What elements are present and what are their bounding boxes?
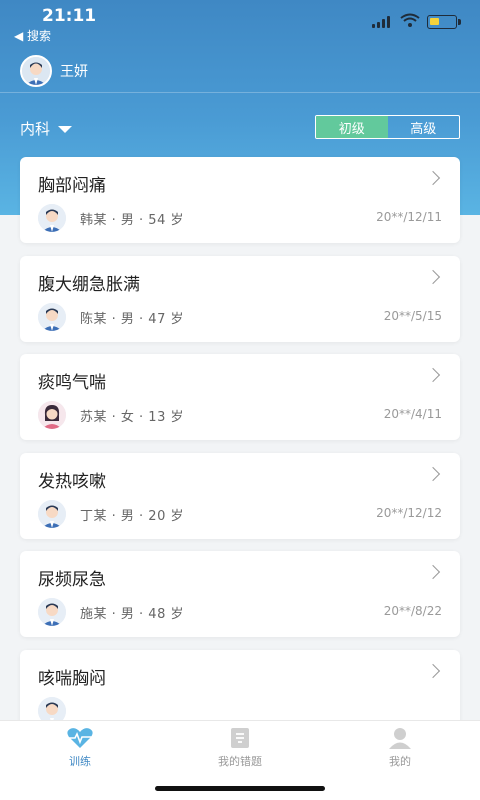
tab-profile[interactable]: 我的	[360, 727, 440, 769]
status-time: 21:11	[42, 6, 97, 26]
profile-icon	[389, 728, 411, 749]
chevron-right-icon	[425, 367, 441, 383]
heartbeat-icon	[67, 728, 93, 748]
case-title: 胸部闷痛	[38, 176, 106, 196]
case-title: 发热咳嗽	[38, 471, 106, 492]
status-bar: 21:11 ◀ 搜索	[0, 0, 480, 43]
patient-avatar	[38, 499, 66, 528]
level-segmented-control: 初级 高级	[315, 115, 460, 139]
tab-level-advanced[interactable]: 高级	[388, 116, 460, 138]
user-profile[interactable]: 王妍	[20, 55, 88, 87]
case-date: 20**/4/11	[383, 407, 442, 421]
tab-level-basic[interactable]: 初级	[316, 116, 388, 138]
home-indicator	[155, 786, 325, 791]
case-card[interactable]: 痰鸣气喘苏某 · 女 · 13 岁 20**/4/11	[20, 354, 460, 440]
patient-info: 施某 · 男 · 48 岁	[80, 607, 184, 622]
chevron-right-icon	[425, 564, 441, 580]
case-title: 腹大绷急胀满	[38, 274, 140, 295]
patient-info: 韩某 · 男 · 54 岁	[80, 213, 184, 228]
patient-avatar	[38, 598, 66, 626]
patient-avatar	[38, 204, 66, 232]
tab-mistakes[interactable]: 我的错题	[200, 727, 280, 769]
user-avatar	[20, 55, 52, 87]
case-date: 20**/12/12	[376, 505, 442, 520]
case-date: 20**/8/22	[383, 604, 442, 618]
case-title: 尿频尿急	[38, 570, 106, 590]
mistakes-icon	[231, 728, 249, 748]
chevron-right-icon	[425, 466, 441, 481]
case-card[interactable]: 腹大绷急胀满陈某 · 男 · 47 岁 20**/5/15	[20, 255, 460, 342]
tab-mistakes-label: 我的错题	[218, 755, 262, 768]
department-selector[interactable]: 内科	[20, 118, 73, 139]
battery-icon	[427, 15, 461, 29]
chevron-right-icon	[425, 269, 441, 284]
tab-profile-label: 我的	[389, 755, 411, 768]
tab-training-label: 训练	[69, 755, 91, 768]
case-card[interactable]: 胸部闷痛韩某 · 男 · 54 岁 20**/12/11	[20, 157, 460, 243]
patient-avatar	[38, 401, 66, 429]
header-divider	[0, 92, 480, 93]
chevron-right-icon	[425, 663, 441, 678]
back-to-search-link[interactable]: ◀ 搜索	[14, 27, 51, 44]
case-date: 20**/5/15	[383, 308, 442, 323]
department-label: 内科	[20, 120, 51, 138]
case-title: 痰鸣气喘	[38, 373, 106, 393]
case-card[interactable]: 尿频尿急施某 · 男 · 48 岁 20**/8/22	[20, 551, 460, 637]
patient-info: 陈某 · 男 · 47 岁	[80, 311, 184, 327]
caret-down-icon	[58, 126, 73, 133]
case-title: 咳喘胸闷	[38, 668, 106, 689]
tab-training[interactable]: 训练	[40, 727, 120, 769]
wifi-icon	[400, 13, 420, 27]
case-date: 20**/12/11	[376, 210, 442, 224]
chevron-right-icon	[425, 170, 441, 186]
patient-info: 丁某 · 男 · 20 岁	[80, 508, 184, 524]
patient-avatar	[38, 302, 66, 331]
user-name: 王妍	[60, 64, 88, 80]
signal-icon	[372, 16, 392, 28]
patient-info: 苏某 · 女 · 13 岁	[80, 410, 184, 425]
case-card[interactable]: 发热咳嗽丁某 · 男 · 20 岁 20**/12/12	[20, 452, 460, 539]
